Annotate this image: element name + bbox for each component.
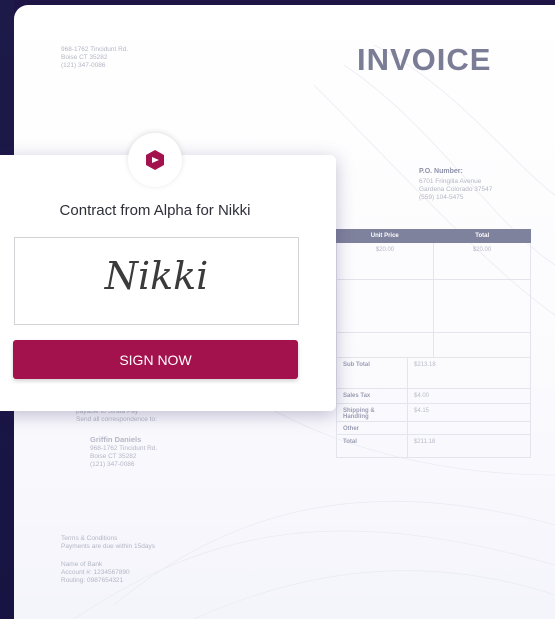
total-header: Total [475, 233, 490, 239]
contact-name: Griffin Daniels [90, 435, 142, 444]
table-row-empty [336, 280, 531, 333]
sign-now-button[interactable]: SIGN NOW [13, 340, 298, 379]
sender-address: 968-1762 Tincidunt Rd. Boise CT 35282 (121… [61, 46, 129, 69]
dialog-title: Contract from Alpha for Nikki [59, 202, 251, 219]
summary-row: Sales Tax $4.00 [336, 389, 531, 404]
summary-label: Shipping & Handling [337, 404, 408, 421]
terms: Terms & Conditions Payments are due withi… [61, 535, 155, 550]
invoice-title: INVOICE [357, 42, 492, 77]
summary-value: $4.15 [414, 408, 430, 414]
summary-value: $211.18 [414, 439, 436, 445]
signature-box[interactable]: Nikki [14, 237, 299, 325]
table-cell: $20.00 [337, 243, 434, 279]
po-number-label: P.O. Number: [419, 168, 463, 175]
summary-value [408, 422, 530, 434]
alpha-logo-icon [146, 150, 164, 170]
contact-address: 968-1762 Tincidunt Rd. Boise CT 35282 (121… [90, 445, 158, 468]
summary-row-total: Total $211.18 [336, 435, 531, 458]
bank-details: Name of Bank Account #: 1234567890 Routing… [61, 561, 130, 584]
po-address: 6701 Fringilla Avenue Gardena Colorado 37… [419, 178, 493, 201]
signature: Nikki [104, 254, 209, 298]
summary-label: Total [337, 435, 408, 457]
sign-dialog: Contract from Alpha for Nikki Nikki SIGN… [0, 155, 336, 411]
summary-label: Sales Tax [337, 389, 408, 403]
summary-value: $213.18 [414, 362, 436, 368]
logo-badge [128, 133, 182, 187]
summary-row: Sub Total $213.18 [336, 358, 531, 389]
unit-price-header: Unit Price [370, 233, 399, 239]
summary-label: Other [337, 422, 408, 434]
table-row: $20.00 $20.00 [336, 243, 531, 280]
summary-label: Sub Total [337, 358, 408, 388]
invoice-table: Unit Price Total $20.00 $20.00 Sub Total… [336, 229, 531, 458]
summary-row: Other [336, 422, 531, 435]
table-row-empty [336, 333, 531, 358]
summary-row: Shipping & Handling $4.15 [336, 404, 531, 422]
table-cell: $20.00 [472, 247, 492, 253]
summary-value: $4.00 [414, 393, 430, 399]
table-header: Unit Price Total [336, 229, 531, 243]
